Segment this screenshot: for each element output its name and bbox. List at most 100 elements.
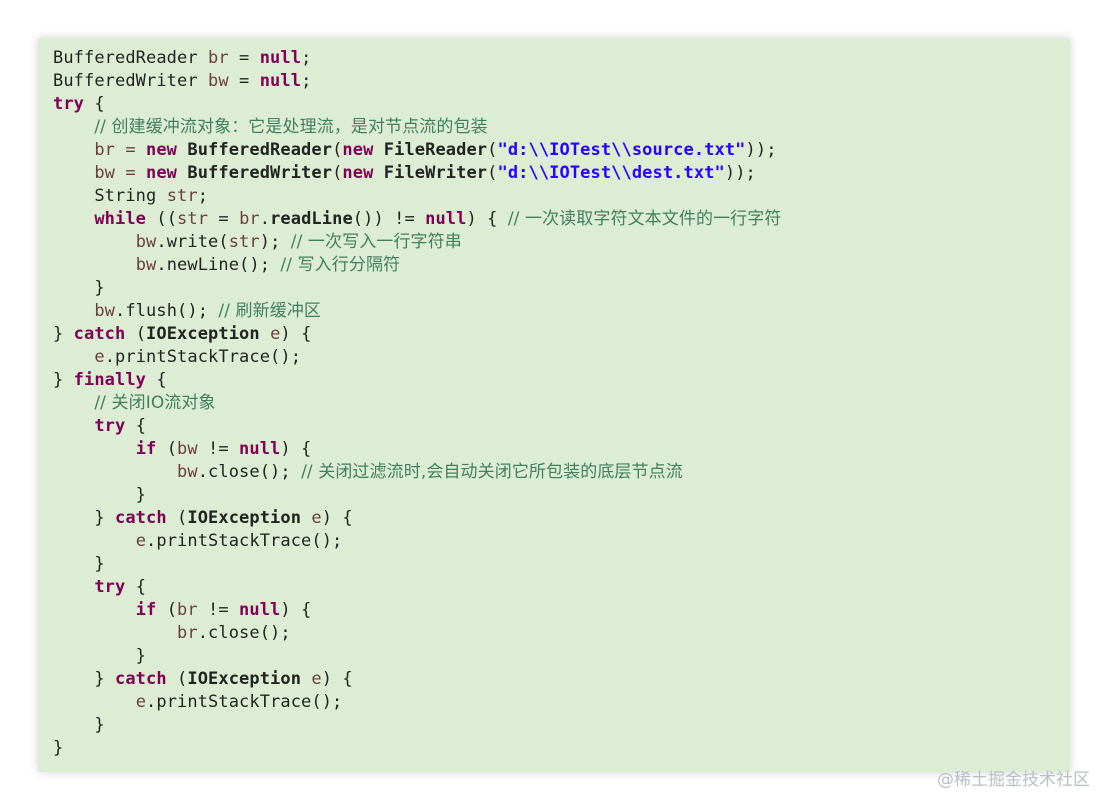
code-token: FileWriter [383, 163, 488, 183]
code-token: .write( [156, 232, 229, 252]
code-token: new [146, 163, 178, 183]
code-token: } [53, 646, 147, 666]
code-token: )); [745, 140, 777, 160]
code-token: ; [197, 186, 209, 206]
code-line: try { [53, 576, 1068, 599]
code-token: = [228, 48, 260, 68]
code-token: finally [73, 370, 147, 390]
code-token: ) { [321, 508, 353, 528]
code-token: str [166, 186, 198, 206]
code-token: ; [301, 71, 312, 91]
code-token: ( [156, 600, 178, 620]
code-token: catch [115, 669, 167, 689]
code-token: null [425, 209, 467, 229]
code-token: ( [156, 439, 178, 459]
code-block: BufferedReader br = null; BufferedWriter … [41, 41, 1068, 769]
code-token: . [259, 209, 271, 229]
code-line: br = new BufferedReader(new FileReader("… [53, 139, 1068, 162]
code-line: e.printStackTrace(); [53, 691, 1068, 714]
code-token: .printStackTrace(); [146, 531, 343, 551]
code-token: bw [177, 439, 198, 459]
code-token: new [342, 140, 374, 160]
code-token: .printStackTrace(); [104, 347, 302, 367]
code-token: .flush(); [115, 301, 219, 321]
code-comment: // 关闭过滤流时,会自动关闭它所包装的底层节点流 [301, 462, 683, 482]
code-token: IOException [146, 324, 260, 344]
code-token: str [177, 209, 209, 229]
code-line: bw.close(); // 关闭过滤流时,会自动关闭它所包装的底层节点流 [53, 461, 1068, 484]
code-token: e [135, 531, 147, 551]
code-comment: // 刷新缓冲区 [218, 301, 322, 321]
code-comment: // 创建缓冲流对象：它是处理流，是对节点流的包装 [94, 117, 488, 137]
code-token: ) { [466, 209, 508, 229]
code-token: bw = [53, 163, 147, 183]
code-token: BufferedReader [187, 140, 333, 160]
code-line: } [53, 714, 1068, 737]
code-token: br = [53, 140, 147, 160]
code-line: } [53, 737, 1068, 760]
code-token: } [53, 508, 116, 528]
code-token: null [239, 439, 281, 459]
code-token: BufferedWriter [187, 163, 333, 183]
code-token: ); [259, 232, 291, 252]
code-line: // 创建缓冲流对象：它是处理流，是对节点流的包装 [53, 116, 1068, 139]
code-token: } [53, 370, 74, 390]
code-line: } catch (IOException e) { [53, 668, 1068, 691]
code-token: bw [208, 71, 229, 91]
code-token: ) { [280, 600, 312, 620]
code-token: ( [487, 163, 498, 183]
code-token: try [94, 416, 126, 436]
code-line: } finally { [53, 369, 1068, 392]
code-comment: // 一次读取字符文本文件的一行字符 [507, 209, 782, 229]
code-token: FileReader [383, 140, 488, 160]
code-token: if [135, 600, 157, 620]
code-token: ; [301, 48, 312, 68]
code-token: .close(); [197, 623, 291, 643]
code-token: e [94, 347, 105, 367]
code-token: { [125, 416, 147, 436]
code-token: ()) != [352, 209, 426, 229]
code-token: } [53, 278, 105, 298]
code-token: bw [135, 255, 157, 275]
code-comment: // 一次写入一行字符串 [290, 232, 462, 252]
code-token: catch [73, 324, 126, 344]
code-token: != [197, 600, 240, 620]
code-token: IOException [187, 508, 302, 528]
code-token: ) { [280, 324, 312, 344]
code-line: } [53, 553, 1068, 576]
code-listing: BufferedReader br = null; BufferedWriter … [41, 41, 1068, 760]
code-token: String [53, 186, 167, 206]
code-token: null [259, 71, 302, 91]
code-line: // 关闭IO流对象 [53, 392, 1068, 415]
code-token: "d:\\IOTest\\dest.txt" [497, 163, 725, 183]
code-token: BufferedWriter [53, 71, 209, 91]
code-token: br [208, 48, 229, 68]
code-token: new [342, 163, 374, 183]
code-token: if [135, 439, 157, 459]
code-line: bw.newLine(); // 写入行分隔符 [53, 254, 1068, 277]
code-token: catch [115, 508, 167, 528]
code-token: null [259, 48, 302, 68]
code-token: != [197, 439, 240, 459]
code-token: .close(); [197, 462, 302, 482]
code-line: while ((str = br.readLine()) != null) { … [53, 208, 1068, 231]
code-token: { [125, 577, 147, 597]
code-token: } [53, 554, 105, 574]
code-token: try [94, 577, 126, 597]
code-token: } [53, 715, 105, 735]
code-token: ( [125, 324, 147, 344]
code-token: } [53, 738, 64, 758]
code-token: ) { [280, 439, 312, 459]
